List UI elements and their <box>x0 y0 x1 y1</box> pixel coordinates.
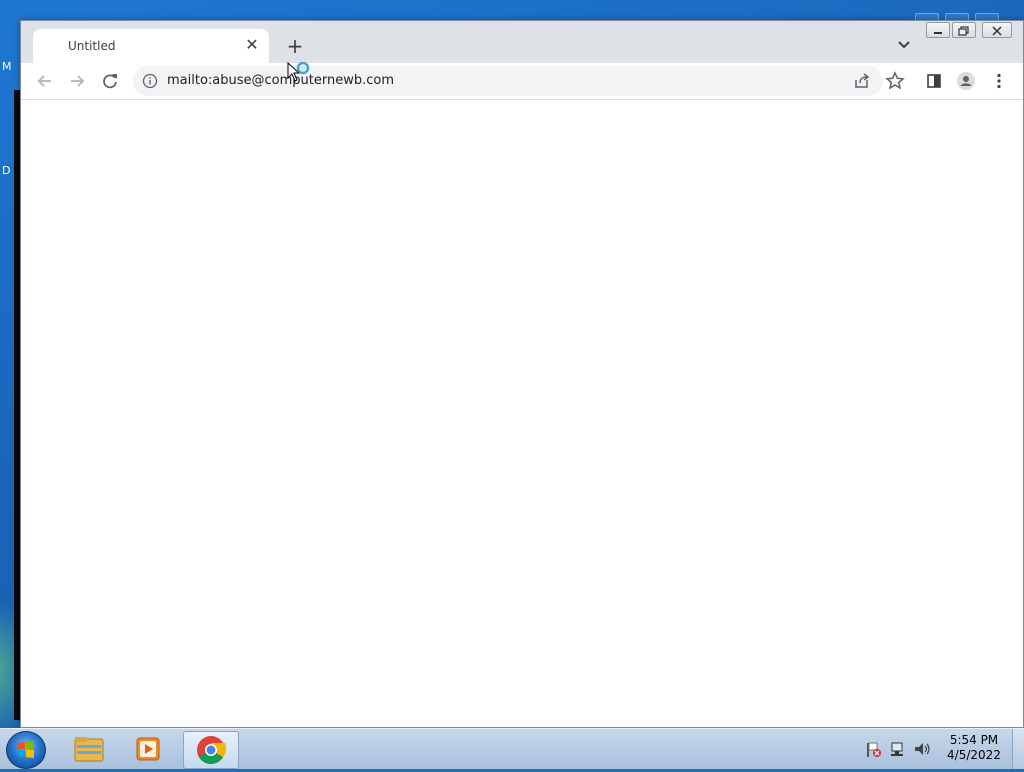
taskbar-chrome-button[interactable] <box>183 731 239 769</box>
forward-icon[interactable] <box>67 71 87 91</box>
taskbar-explorer-button[interactable] <box>62 731 116 767</box>
busy-cursor-icon <box>287 62 310 82</box>
restore-icon <box>958 26 969 36</box>
clock-time: 5:54 PM <box>949 733 999 747</box>
page-content[interactable] <box>21 100 1023 727</box>
taskbar-media-player-button[interactable] <box>122 731 176 767</box>
taskbar: 5:54 PM 4/5/2022 <box>0 728 1024 769</box>
tab-title: Untitled <box>68 39 116 53</box>
tab-search-icon[interactable] <box>894 35 914 55</box>
clock[interactable]: 5:54 PM 4/5/2022 <box>940 733 1008 763</box>
minimize-icon <box>934 32 942 34</box>
back-icon[interactable] <box>35 71 55 91</box>
clock-date: 4/5/2022 <box>947 748 1001 762</box>
reload-icon[interactable] <box>100 71 120 91</box>
tab-untitled[interactable]: Untitled ✕ <box>33 29 269 63</box>
share-icon[interactable] <box>852 71 872 91</box>
volume-icon <box>915 743 930 755</box>
profile-icon[interactable] <box>956 71 976 91</box>
menu-icon[interactable] <box>989 71 1009 91</box>
show-desktop-button[interactable] <box>1012 729 1024 769</box>
desktop-icon-label-fragment[interactable]: M <box>2 60 12 73</box>
folder-icon <box>74 737 104 762</box>
media-player-icon <box>136 737 160 761</box>
close-button[interactable] <box>982 22 1012 38</box>
maximize-button[interactable] <box>952 22 976 38</box>
side-panel-icon[interactable] <box>924 71 944 91</box>
url-text[interactable]: mailto:abuse@computernewb.com <box>167 73 394 88</box>
star-icon[interactable] <box>885 71 905 91</box>
network-icon <box>891 742 903 756</box>
tab-strip: Untitled ✕ + <box>21 21 1023 63</box>
system-tray <box>862 737 942 761</box>
address-bar[interactable]: mailto:abuse@computernewb.com <box>133 66 883 96</box>
toolbar: mailto:abuse@computernewb.com <box>21 63 1023 100</box>
new-tab-button[interactable]: + <box>284 35 306 57</box>
start-button[interactable] <box>6 731 46 769</box>
windows-logo-icon <box>18 741 34 758</box>
action-center-flag-icon <box>867 742 881 757</box>
chrome-icon <box>197 736 227 764</box>
desktop-icon-label-fragment[interactable]: D <box>2 164 10 177</box>
tab-close-icon[interactable]: ✕ <box>243 36 261 54</box>
info-icon[interactable] <box>142 73 158 89</box>
minimize-button[interactable] <box>926 22 950 38</box>
close-icon <box>992 26 1002 36</box>
tray-icons <box>867 742 930 757</box>
window-caption-buttons <box>926 21 1022 39</box>
chrome-window: Untitled ✕ + mailto:abuse@computernewb.c… <box>20 20 1024 728</box>
